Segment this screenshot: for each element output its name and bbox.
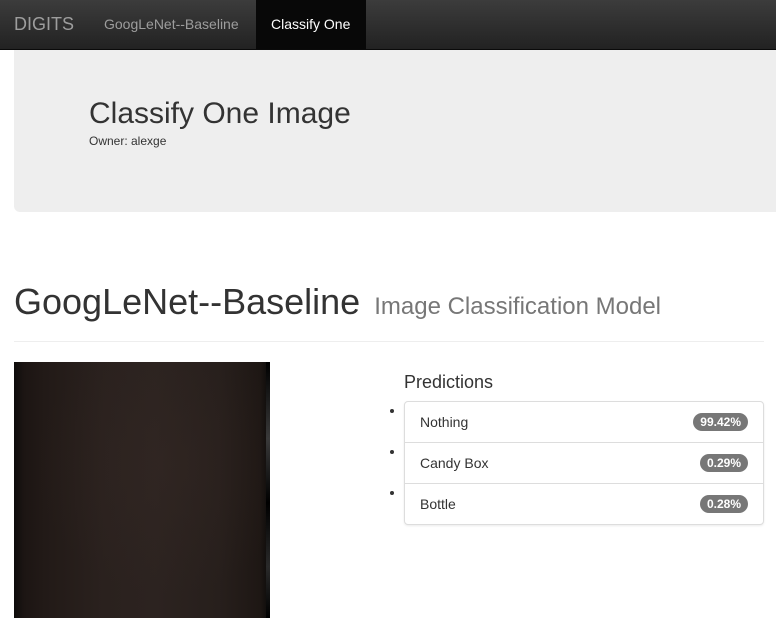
nav-link-classify-one[interactable]: Classify One	[256, 0, 366, 49]
prediction-item-bottle: Bottle 0.28%	[405, 483, 763, 524]
prediction-badge: 0.28%	[699, 495, 748, 513]
image-edge	[266, 362, 270, 618]
model-name: GoogLeNet--Baseline	[14, 281, 361, 322]
top-navbar: DIGITS GoogLeNet--Baseline Classify One	[0, 0, 776, 50]
jumbotron: Classify One Image Owner: alexge	[14, 50, 776, 212]
predictions-title: Predictions	[404, 372, 494, 392]
prediction-item-nothing: Nothing 99.42%	[405, 402, 763, 442]
model-header: GoogLeNet--Baseline Image Classification…	[14, 282, 764, 342]
brand-link[interactable]: DIGITS	[14, 14, 74, 34]
prediction-badge: 0.29%	[699, 454, 748, 472]
prediction-label: Nothing	[420, 414, 469, 430]
image-shading	[14, 362, 270, 618]
model-heading: GoogLeNet--Baseline Image Classification…	[14, 282, 764, 327]
prediction-badge: 99.42%	[693, 413, 748, 431]
prediction-label: Bottle	[420, 496, 456, 512]
nav-link-model[interactable]: GoogLeNet--Baseline	[89, 0, 254, 49]
prediction-item-candy-box: Candy Box 0.29%	[405, 442, 763, 483]
predictions-list: Nothing 99.42% Candy Box 0.29% Bottle 0.…	[404, 401, 764, 525]
model-type: Image Classification Model	[374, 293, 662, 320]
prediction-label: Candy Box	[420, 455, 489, 471]
page-title: Classify One Image	[89, 97, 351, 130]
owner-label: Owner: alexge	[89, 134, 167, 148]
classified-image	[14, 362, 270, 618]
